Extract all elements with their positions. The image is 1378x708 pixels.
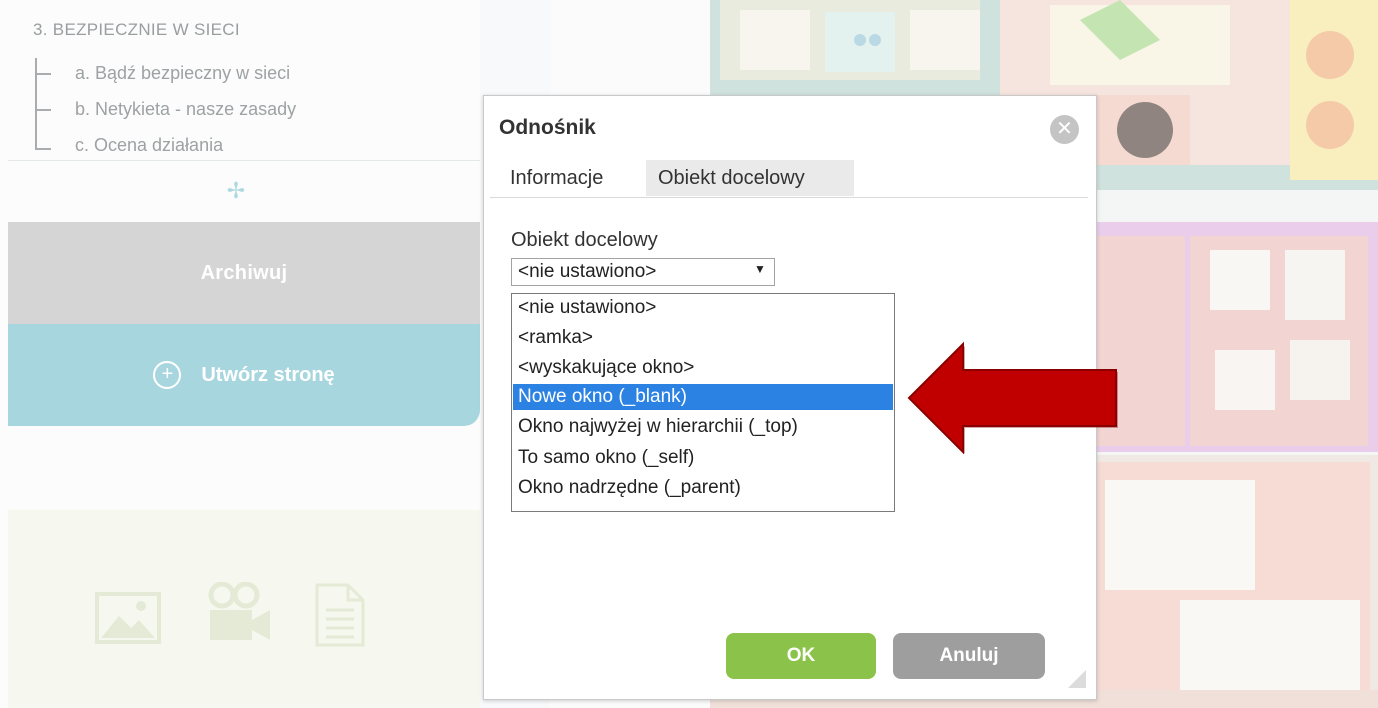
tab-target-object[interactable]: Obiekt docelowy xyxy=(646,160,854,196)
dropdown-option[interactable]: Okno najwyżej w hierarchii (_top) xyxy=(513,414,893,440)
create-page-label: Utwórz stronę xyxy=(201,363,335,386)
tree-branch xyxy=(35,148,51,150)
document-icon[interactable] xyxy=(314,582,366,648)
tree-branch xyxy=(35,109,51,111)
video-camera-icon[interactable] xyxy=(206,582,272,644)
target-field-label: Obiekt docelowy xyxy=(511,229,658,251)
tree-connector xyxy=(35,58,37,150)
target-select[interactable]: <nie ustawiono> ▼ xyxy=(511,258,775,286)
chevron-down-icon: ▼ xyxy=(754,262,766,276)
archive-button-label: Archiwuj xyxy=(200,261,288,284)
red-arrow-icon xyxy=(907,341,1118,455)
media-panel xyxy=(8,510,480,708)
sidebar-subitem-netiquette[interactable]: b. Netykieta - nasze zasady xyxy=(75,99,296,120)
dropdown-option[interactable]: To samo okno (_self) xyxy=(513,445,893,471)
close-icon[interactable]: ✕ xyxy=(1050,115,1079,144)
ok-button[interactable]: OK xyxy=(726,633,876,679)
resize-grip-icon[interactable] xyxy=(1066,668,1086,688)
sidebar: 3. BEZPIECZNIE W SIECI a. Bądź bezpieczn… xyxy=(0,0,480,708)
target-dropdown-list: <nie ustawiono> <ramka> <wyskakujące okn… xyxy=(511,293,895,512)
dropdown-option[interactable]: <wyskakujące okno> xyxy=(513,355,893,381)
tree-branch xyxy=(35,73,51,75)
image-icon[interactable] xyxy=(95,592,161,644)
archive-button[interactable]: Archiwuj xyxy=(8,222,480,324)
sidebar-subitem-evaluation[interactable]: c. Ocena działania xyxy=(75,135,223,156)
dropdown-option[interactable]: Okno nadrzędne (_parent) xyxy=(513,475,893,501)
divider xyxy=(8,160,480,161)
cancel-button-label: Anuluj xyxy=(939,645,999,666)
plus-circle-icon: + xyxy=(153,361,182,389)
section-title[interactable]: 3. BEZPIECZNIE W SIECI xyxy=(33,20,240,40)
sidebar-subitem-safe-online[interactable]: a. Bądź bezpieczny w sieci xyxy=(75,63,290,84)
tab-information[interactable]: Informacje xyxy=(498,160,646,196)
dropdown-option[interactable]: <nie ustawiono> xyxy=(513,295,893,321)
dropdown-option[interactable]: <ramka> xyxy=(513,325,893,351)
create-page-button[interactable]: + Utwórz stronę xyxy=(8,324,480,426)
target-select-value: <nie ustawiono> xyxy=(518,261,657,282)
dialog-tabbar: Informacje Obiekt docelowy xyxy=(490,160,1088,198)
dialog-title: Odnośnik xyxy=(499,116,596,139)
move-handle-icon[interactable]: ✢ xyxy=(223,178,249,204)
cancel-button[interactable]: Anuluj xyxy=(893,633,1045,679)
ok-button-label: OK xyxy=(786,645,816,666)
dropdown-option-selected[interactable]: Nowe okno (_blank) xyxy=(513,384,893,410)
